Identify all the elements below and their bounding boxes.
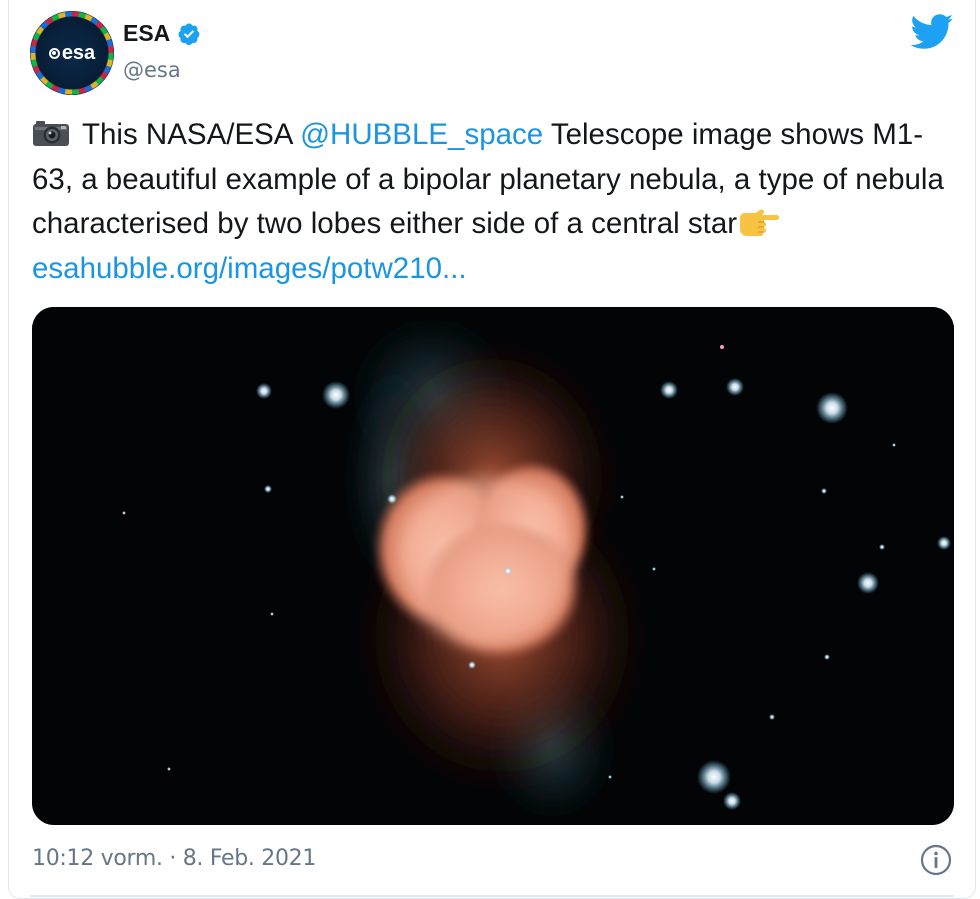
tweet-image[interactable] — [32, 307, 954, 825]
verified-badge-icon — [178, 23, 200, 46]
tweet-text-part-1: This NASA/ESA — [82, 118, 301, 151]
mention-link[interactable]: @HUBBLE_space — [300, 118, 543, 151]
nebula-photo — [32, 307, 954, 825]
divider — [30, 895, 954, 897]
tweet-text: This NASA/ESA @HUBBLE_space Telescope im… — [32, 113, 962, 291]
info-icon[interactable] — [919, 843, 953, 877]
esa-logo-icon: esa — [30, 11, 114, 95]
author-name[interactable]: ESA — [123, 20, 170, 47]
camera-emoji-icon — [33, 121, 69, 146]
tweet-timestamp[interactable]: 10:12 vorm. · 8. Feb. 2021 — [32, 846, 316, 871]
avatar-logo-text: esa — [61, 41, 96, 64]
external-link[interactable]: esahubble.org/images/potw210... — [32, 252, 467, 285]
twitter-bird-icon[interactable] — [910, 14, 954, 50]
pointing-right-emoji-icon — [740, 209, 780, 236]
author-handle[interactable]: @esa — [123, 58, 181, 82]
